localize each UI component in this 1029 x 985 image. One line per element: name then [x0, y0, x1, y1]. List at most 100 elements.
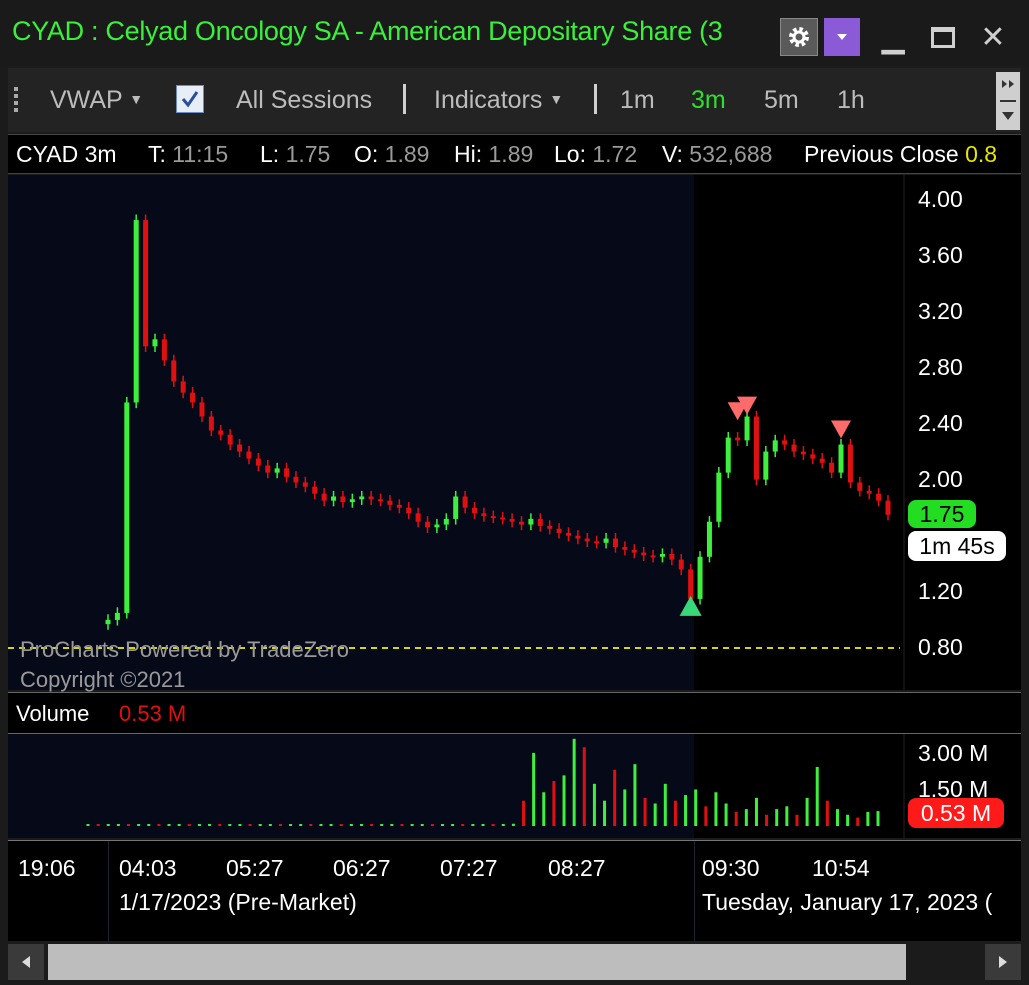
close-button[interactable]: ✕ — [976, 20, 1010, 54]
volume-bar — [481, 824, 485, 826]
price-chart[interactable]: 4.00 3.60 3.20 2.80 2.40 2.00 1.20 0.80 … — [8, 175, 1021, 692]
volume-bar — [461, 824, 465, 826]
time-tick: 04:03 — [119, 855, 177, 881]
candle-body — [152, 339, 158, 347]
timeframe-1m[interactable]: 1m — [620, 86, 655, 115]
vwap-dropdown[interactable]: VWAP ▼ — [50, 86, 143, 115]
volume-bar — [116, 824, 120, 826]
timeframe-3m[interactable]: 3m — [691, 86, 726, 115]
candle-body — [659, 553, 665, 557]
horizontal-scrollbar[interactable] — [8, 942, 1021, 982]
last-price-badge: 1.75 — [908, 500, 976, 528]
volume-bar — [825, 800, 829, 826]
candle-body — [227, 434, 233, 445]
candle-body — [481, 513, 487, 517]
volume-bar — [805, 797, 809, 826]
candle-body — [594, 541, 600, 544]
candle-body — [584, 538, 590, 542]
candle-body — [415, 513, 421, 522]
scroll-thumb[interactable] — [48, 944, 906, 980]
candle-body — [396, 504, 402, 508]
indicators-dropdown[interactable]: Indicators ▼ — [434, 86, 563, 115]
candle-body — [490, 516, 496, 519]
volume-bar — [258, 824, 262, 826]
volume-bar — [177, 824, 181, 826]
price-chart-canvas — [8, 175, 905, 690]
candle-body — [472, 507, 478, 514]
candle-body — [876, 493, 882, 501]
candle-body — [772, 440, 778, 452]
time-label: T: — [148, 141, 166, 167]
volume-bar — [775, 809, 779, 826]
candle-body — [650, 555, 656, 558]
volume-bar — [623, 789, 627, 826]
volume-bar — [653, 803, 657, 826]
window-menu-button[interactable] — [824, 18, 860, 56]
volume-bar — [127, 824, 131, 826]
price-tick: 2.80 — [918, 354, 963, 380]
drag-handle-icon[interactable] — [14, 84, 20, 114]
candle-body — [368, 496, 374, 500]
volume-chart-canvas — [8, 734, 905, 838]
candle-body — [180, 381, 186, 393]
high-value: 1.89 — [488, 141, 534, 167]
scroll-left-button[interactable] — [8, 944, 44, 980]
candle-body — [537, 518, 543, 526]
volume-bar — [420, 824, 424, 826]
scroll-right-button[interactable] — [985, 944, 1021, 980]
session-divider — [694, 841, 695, 941]
volume-chart[interactable]: 3.00 M 1.50 M 0.53 M — [8, 734, 1021, 838]
minimize-button[interactable]: ▁ — [876, 20, 910, 54]
session-date-label: Tuesday, January 17, 2023 ( — [702, 889, 993, 915]
volume-bar — [603, 800, 607, 826]
candle-body — [753, 416, 759, 480]
last-label: L: — [260, 141, 280, 167]
maximize-button[interactable] — [926, 20, 960, 54]
volume-bar — [663, 783, 667, 826]
volume-bar — [734, 811, 738, 826]
volume-bar — [197, 824, 201, 826]
candle-body — [293, 476, 299, 483]
ohlc-info-bar: CYAD 3m T: 11:15 L: 1.75 O: 1.89 Hi: 1.8… — [8, 134, 1021, 174]
gear-icon — [789, 27, 809, 47]
candle-body — [443, 518, 449, 525]
price-tick: 1.20 — [918, 578, 963, 604]
volume-bar — [795, 814, 799, 826]
candle-body — [274, 468, 280, 473]
close-icon: ✕ — [980, 20, 1006, 54]
volume-bar — [238, 824, 242, 826]
previous-close-label: Previous Close — [804, 141, 959, 167]
candle-body — [885, 500, 891, 515]
volume-bar — [268, 824, 272, 826]
candle-body — [866, 490, 872, 494]
price-tick: 2.40 — [918, 410, 963, 436]
chart-toolbar: VWAP ▼ All Sessions Indicators ▼ 1m 3m 5… — [8, 68, 1021, 132]
candle-body — [284, 468, 290, 477]
timeframe-1h[interactable]: 1h — [837, 86, 865, 115]
volume-bar — [673, 800, 677, 826]
candle-body — [528, 518, 534, 525]
volume-bar — [187, 824, 191, 826]
price-tick: 3.60 — [918, 242, 963, 268]
candle-body — [124, 402, 130, 613]
candle-body — [622, 546, 628, 550]
volume-bar — [359, 824, 363, 826]
time-tick: 09:30 — [702, 855, 760, 881]
all-sessions-label[interactable]: All Sessions — [236, 86, 372, 115]
settings-button[interactable] — [780, 18, 818, 56]
all-sessions-checkbox[interactable] — [176, 85, 204, 113]
candle-body — [208, 416, 214, 431]
volume-bar — [400, 824, 404, 826]
volume-bar — [349, 824, 353, 826]
volume-bar — [633, 764, 637, 826]
chevron-down-icon — [837, 34, 847, 40]
toolbar-scroll[interactable] — [996, 72, 1020, 130]
candle-body — [857, 482, 863, 491]
volume-bar — [440, 824, 444, 826]
volume-tick: 3.00 M — [918, 740, 989, 766]
timeframe-5m[interactable]: 5m — [764, 86, 799, 115]
candle-body — [697, 556, 703, 599]
volume-bar — [846, 814, 850, 826]
volume-bar — [147, 824, 151, 826]
candle-body — [838, 444, 844, 473]
